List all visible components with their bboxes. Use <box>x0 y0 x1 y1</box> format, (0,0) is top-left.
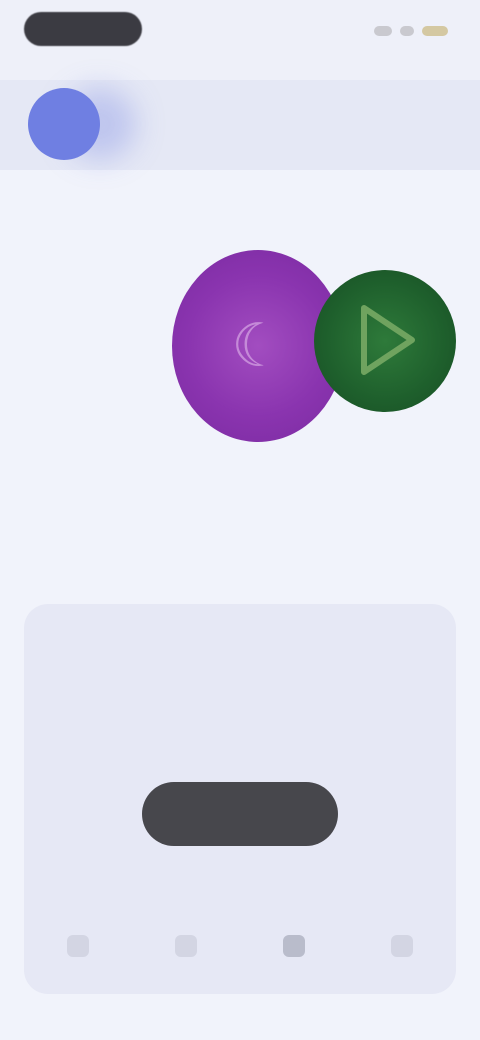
nav-item-1[interactable] <box>38 926 118 970</box>
hero: ☾ <box>0 250 480 460</box>
nav-icon <box>283 935 305 957</box>
nav-item-2[interactable] <box>146 926 226 970</box>
play-circle[interactable] <box>314 270 456 412</box>
promo-card <box>24 604 456 994</box>
nav-icon <box>67 935 89 957</box>
nav-icon <box>175 935 197 957</box>
signal-icon <box>374 26 392 36</box>
status-icons <box>356 24 448 38</box>
battery-icon <box>422 26 448 36</box>
nav-item-3[interactable] <box>254 926 334 970</box>
bottom-nav <box>24 922 456 974</box>
cta-button[interactable] <box>142 782 338 846</box>
wifi-icon <box>400 26 414 36</box>
app-screen: ☾ <box>0 0 480 1040</box>
header <box>0 82 480 168</box>
brand-glyph-icon: ☾ <box>231 311 285 381</box>
status-pill <box>24 12 142 46</box>
avatar[interactable] <box>28 88 100 160</box>
nav-item-4[interactable] <box>362 926 442 970</box>
status-bar <box>0 0 480 64</box>
play-icon <box>361 305 415 375</box>
nav-icon <box>391 935 413 957</box>
